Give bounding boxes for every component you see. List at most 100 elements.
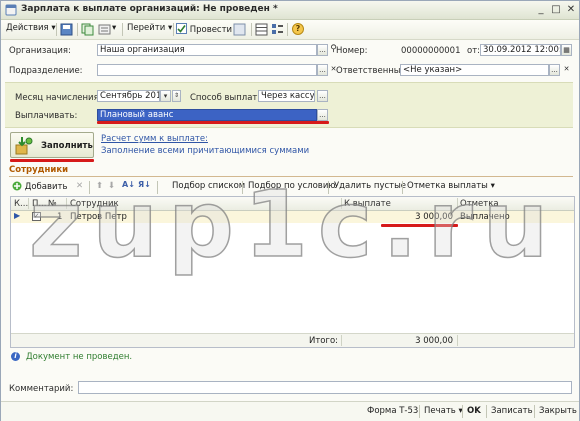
mark-payment-label: Отметка выплаты [407,181,488,191]
month-field[interactable]: Сентябрь 2012 [97,90,160,102]
toolbar-divider [328,181,329,194]
document-window: Зарплата к выплате организаций: Не прове… [0,0,580,421]
comment-field[interactable] [78,381,572,394]
number-label: Номер: [336,46,368,56]
row-employee[interactable]: Петров Петр [70,212,127,222]
save-icon[interactable] [60,23,73,36]
post-button[interactable]: Провести [176,23,232,35]
close-window-button[interactable]: ✕ [565,3,577,16]
toolbar-divider [77,23,78,36]
comment-label: Комментарий: [9,384,74,394]
dropdown-arrow-icon[interactable]: ▾ [160,90,171,102]
post-close-icon[interactable] [233,23,246,36]
add-label: Добавить [24,182,68,192]
org-label: Организация: [9,46,71,56]
minimize-button[interactable]: _ [535,3,547,16]
add-button[interactable]: Добавить [12,181,68,192]
maximize-button[interactable]: □ [550,3,562,16]
org-select-button[interactable]: ... [317,44,328,56]
highlight-underline [381,224,458,227]
list-settings-icon[interactable] [271,23,284,36]
pay-select-button[interactable]: ... [317,109,328,121]
pick-condition-button[interactable]: Подбор по условию [248,181,336,191]
toolbar-divider [534,405,535,418]
window-title: Зарплата к выплате организаций: Не прове… [21,4,278,14]
close-button[interactable]: Закрыть [539,406,577,416]
copy-icon[interactable] [81,23,94,36]
date-field[interactable]: 30.09.2012 12:00:00 [480,44,561,56]
method-select-button[interactable]: ... [317,90,328,102]
fill-button[interactable]: Заполнить [10,132,94,158]
goto-menu[interactable]: Перейти ▾ [127,23,172,33]
toolbar-divider [486,405,487,418]
add-icon [12,181,22,191]
print-menu[interactable]: Печать ▾ [424,406,463,416]
date-label: от: [467,46,481,56]
column-divider [457,198,458,209]
info-icon: i [11,352,20,361]
table-row[interactable]: ▶ ✓ 1 Петров Петр 3 000,00 Выплачено [11,211,574,223]
responsible-label: Ответственный: [336,66,409,76]
total-value: 3 000,00 [415,336,453,346]
goto-label: Перейти [127,23,166,33]
dropdown-arrow-icon: ▾ [51,23,56,33]
col-header-mark[interactable]: Отметка [460,199,499,209]
clear-icon[interactable]: ✕ [561,64,572,76]
highlight-underline [97,121,329,124]
actions-menu[interactable]: Действия ▾ [6,23,56,33]
form-t53-link[interactable]: Форма Т-53 [367,406,418,416]
toolbar-divider [402,181,403,194]
row-amount[interactable]: 3 000,00 [387,212,453,222]
dept-select-button[interactable]: ... [317,64,328,76]
delete-icon[interactable]: ✕ [76,181,83,191]
row-pointer-icon: ▶ [14,211,21,220]
col-header-k[interactable]: К... [14,199,28,209]
save-button[interactable]: Записать [491,406,533,416]
help-icon[interactable]: ? [292,23,304,35]
pick-list-button[interactable]: Подбор списком [172,181,245,191]
main-toolbar: Действия ▾ ▾ Перейти ▾ Провести ? [1,20,579,40]
row-mark[interactable]: Выплачено [460,212,510,222]
document-icon [5,4,17,16]
col-header-employee[interactable]: Сотрудник [70,199,119,209]
section-divider [9,176,573,177]
structure-icon[interactable] [98,23,111,36]
sort-ascending-icon[interactable]: A↓ [122,180,135,189]
total-label: Итого: [309,336,339,346]
calendar-icon[interactable]: ▦ [561,44,572,56]
column-divider [28,198,29,209]
method-field[interactable]: Через кассу [258,90,315,102]
calc-link[interactable]: Расчет сумм к выплате: [101,134,208,144]
toolbar-divider [242,181,243,194]
responsible-field[interactable]: <Не указан> [400,64,549,76]
column-divider [341,335,342,346]
column-divider [66,198,67,209]
responsible-select-button[interactable]: ... [549,64,560,76]
col-header-amount[interactable]: К выплате [344,199,391,209]
dropdown-arrow-icon: ▾ [490,181,495,191]
col-header-number[interactable]: № [48,199,57,209]
row-number: 1 [57,212,63,222]
dept-field[interactable] [97,64,317,76]
fill-icon [15,137,33,155]
column-divider [457,335,458,346]
table-icon[interactable] [255,23,268,36]
pay-label: Выплачивать: [15,111,78,121]
title-bar: Зарплата к выплате организаций: Не прове… [1,1,579,20]
highlight-underline [10,159,94,162]
pay-field[interactable]: Плановый аванс [97,109,317,121]
dept-label: Подразделение: [9,66,83,76]
sort-descending-icon[interactable]: Я↓ [138,180,151,189]
delete-empty-button[interactable]: Удалить пустые [334,181,406,191]
row-checkbox[interactable]: ✓ [32,212,41,221]
org-field[interactable]: Наша организация [97,44,317,56]
move-down-icon[interactable]: ⬇ [108,181,115,191]
ok-button[interactable]: OK [467,406,481,416]
spin-icon[interactable]: ⇕ [172,90,181,102]
method-label: Способ выплаты: [190,93,267,103]
col-header-p[interactable]: П... [32,199,47,209]
mark-payment-menu[interactable]: Отметка выплаты ▾ [407,181,495,191]
dropdown-arrow-icon[interactable]: ▾ [112,23,116,33]
number-value: 00000000001 [401,46,461,56]
move-up-icon[interactable]: ⬆ [96,181,103,191]
